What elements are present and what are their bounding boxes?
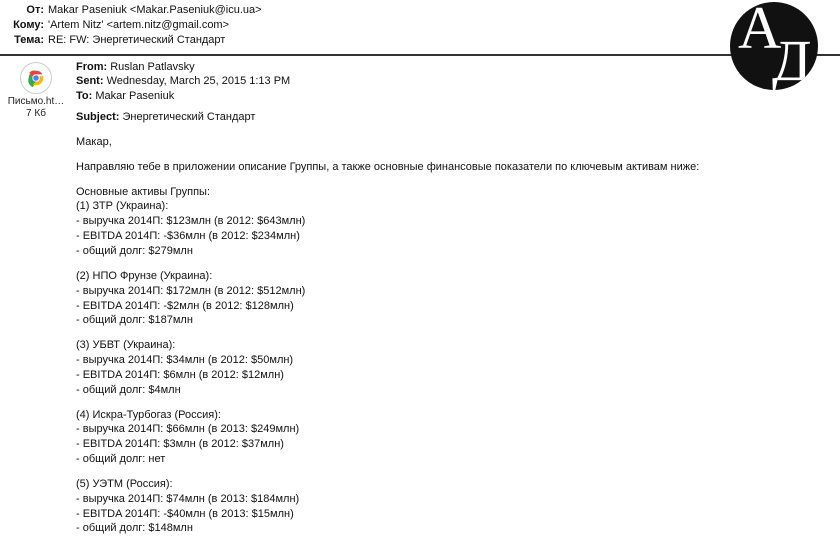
greeting: Макар, bbox=[76, 135, 830, 150]
asset-group: (1) ЗТР (Украина):- выручка 2014П: $123м… bbox=[76, 199, 830, 258]
asset-group: (5) УЭТМ (Россия):- выручка 2014П: $74мл… bbox=[76, 477, 830, 536]
asset-line: - общий долг: нет bbox=[76, 452, 830, 467]
attachment-name: Письмо.ht… bbox=[0, 96, 72, 108]
asset-title: (5) УЭТМ (Россия): bbox=[76, 477, 830, 492]
asset-line: - выручка 2014П: $172млн (в 2012: $512мл… bbox=[76, 284, 830, 299]
hdr-from-value: Makar Paseniuk <Makar.Paseniuk@icu.ua> bbox=[48, 3, 262, 18]
asset-line: - выручка 2014П: $74млн (в 2013: $184млн… bbox=[76, 492, 830, 507]
fwd-subject-value: Энергетический Стандарт bbox=[122, 111, 255, 123]
fwd-from-label: From: bbox=[76, 61, 107, 73]
chrome-icon bbox=[20, 62, 52, 94]
asset-group: (2) НПО Фрунзе (Украина):- выручка 2014П… bbox=[76, 269, 830, 328]
asset-line: - EBITDA 2014П: -$40млн (в 2013: $15млн) bbox=[76, 507, 830, 522]
message-body: From: Ruslan Patlavsky Sent: Wednesday, … bbox=[72, 56, 840, 547]
fwd-from-value: Ruslan Patlavsky bbox=[110, 61, 194, 73]
asset-title: (1) ЗТР (Украина): bbox=[76, 199, 830, 214]
asset-line: - общий долг: $187млн bbox=[76, 313, 830, 328]
hdr-to-value: 'Artem Nitz' <artem.nitz@gmail.com> bbox=[48, 18, 229, 33]
assets-heading: Основные активы Группы: bbox=[76, 185, 830, 200]
asset-line: - выручка 2014П: $66млн (в 2013: $249млн… bbox=[76, 422, 830, 437]
message-header: От: Makar Paseniuk <Makar.Paseniuk@icu.u… bbox=[0, 0, 840, 56]
asset-line: - общий долг: $4млн bbox=[76, 383, 830, 398]
asset-line: - общий долг: $279млн bbox=[76, 244, 830, 259]
hdr-from-label: От: bbox=[6, 3, 44, 18]
attachment[interactable]: Письмо.ht… 7 Кб bbox=[0, 56, 72, 120]
asset-line: - общий долг: $148млн bbox=[76, 521, 830, 536]
watermark-logo: А Д bbox=[730, 2, 818, 90]
fwd-sent-label: Sent: bbox=[76, 75, 104, 87]
asset-title: (2) НПО Фрунзе (Украина): bbox=[76, 269, 830, 284]
asset-line: - EBITDA 2014П: -$36млн (в 2012: $234млн… bbox=[76, 229, 830, 244]
asset-line: - EBITDA 2014П: $6млн (в 2012: $12млн) bbox=[76, 368, 830, 383]
fwd-to-value: Makar Paseniuk bbox=[95, 90, 174, 102]
forwarded-header: From: Ruslan Patlavsky Sent: Wednesday, … bbox=[76, 60, 830, 125]
asset-group: (4) Искра-Турбогаз (Россия):- выручка 20… bbox=[76, 408, 830, 467]
intro-text: Направляю тебе в приложении описание Гру… bbox=[76, 160, 830, 175]
asset-title: (3) УБВТ (Украина): bbox=[76, 338, 830, 353]
asset-line: - выручка 2014П: $34млн (в 2012: $50млн) bbox=[76, 353, 830, 368]
hdr-subject-value: RE: FW: Энергетический Стандарт bbox=[48, 33, 225, 48]
fwd-to-label: To: bbox=[76, 90, 92, 102]
asset-line: - EBITDA 2014П: $3млн (в 2012: $37млн) bbox=[76, 437, 830, 452]
asset-line: - EBITDA 2014П: -$2млн (в 2012: $128млн) bbox=[76, 299, 830, 314]
attachment-size: 7 Кб bbox=[0, 108, 72, 120]
asset-line: - выручка 2014П: $123млн (в 2012: $643мл… bbox=[76, 214, 830, 229]
logo-letter-d: Д bbox=[772, 32, 812, 90]
asset-title: (4) Искра-Турбогаз (Россия): bbox=[76, 408, 830, 423]
hdr-to-label: Кому: bbox=[6, 18, 44, 33]
hdr-subject-label: Тема: bbox=[6, 33, 44, 48]
asset-group: (3) УБВТ (Украина):- выручка 2014П: $34м… bbox=[76, 338, 830, 397]
fwd-sent-value: Wednesday, March 25, 2015 1:13 PM bbox=[107, 75, 291, 87]
fwd-subject-label: Subject: bbox=[76, 111, 119, 123]
